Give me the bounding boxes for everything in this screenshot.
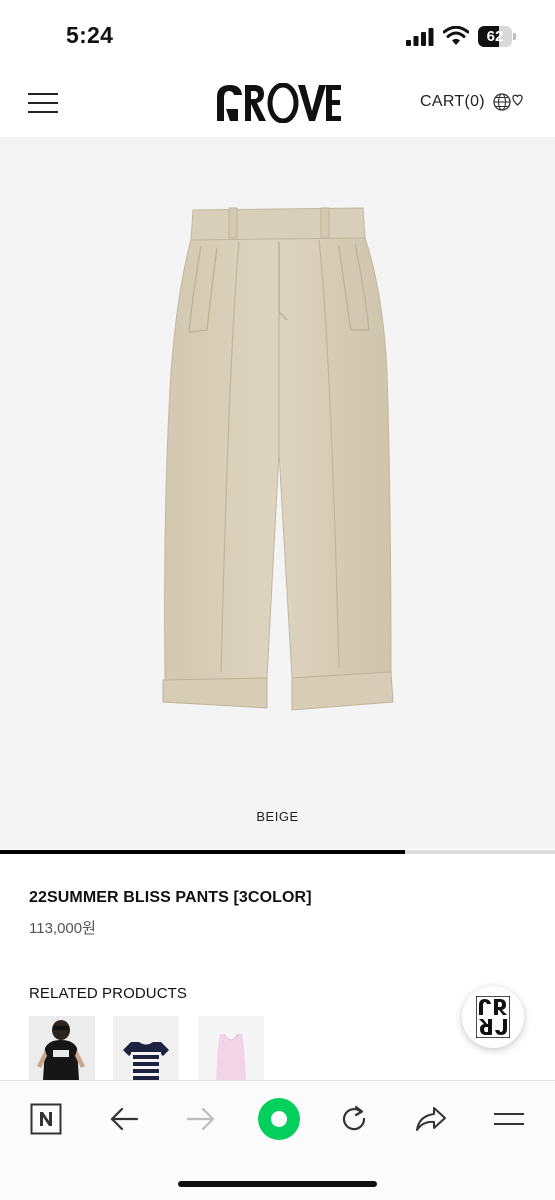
status-bar: 5:24 62 [0,0,555,70]
brand-logo[interactable] [214,83,342,123]
green-dot-icon[interactable] [257,1097,301,1141]
site-header: CART(0) [0,70,555,136]
battery-icon: 62 [478,26,516,47]
floating-brand-badge[interactable] [462,986,524,1048]
navy-striped-top-thumbnail [113,1016,179,1080]
globe-heart-icon[interactable] [493,92,523,112]
cart-link[interactable]: CART(0) [420,93,485,111]
refresh-icon[interactable] [334,1099,374,1139]
browser-toolbar [0,1080,555,1200]
product-name: 22SUMMER BLISS PANTS [3COLOR] [29,889,312,906]
pink-tank-top-thumbnail [198,1016,264,1080]
home-indicator [178,1181,377,1187]
naver-n-icon[interactable] [26,1099,66,1139]
battery-level: 62 [486,28,504,45]
product-image[interactable]: BEIGE [0,137,555,849]
menu-icon[interactable] [489,1099,529,1139]
grove-monogram-icon [476,996,510,1038]
color-caption: BEIGE [256,809,299,824]
hamburger-menu-icon[interactable] [28,93,58,113]
product-price: 113,000원 [29,920,96,937]
image-slider-progress-fill [0,850,406,854]
related-product-navy-striped-top[interactable] [113,1016,179,1080]
back-arrow-icon[interactable] [104,1099,144,1139]
related-product-black-graphic-tee[interactable] [29,1016,95,1080]
wifi-icon [443,26,469,45]
related-product-pink-tank-top[interactable] [198,1016,264,1080]
related-products-title: RELATED PRODUCTS [29,985,188,1002]
image-slider-progress [0,850,555,854]
beige-pants-image [162,207,394,711]
signal-icon [406,28,434,46]
forward-arrow-icon[interactable] [181,1099,221,1139]
black-graphic-tee-thumbnail [29,1016,95,1080]
share-icon[interactable] [411,1099,451,1139]
status-time: 5:24 [66,22,114,48]
